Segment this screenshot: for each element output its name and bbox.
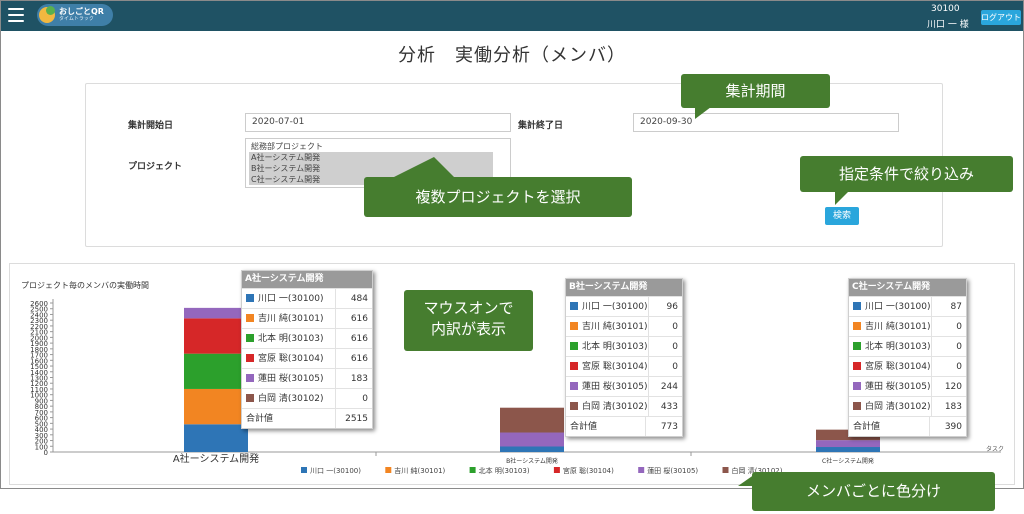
bar-segment — [184, 318, 248, 354]
bar-segment — [500, 432, 564, 447]
tooltip-row: 北本 明(30103) 0 — [849, 336, 966, 356]
tooltip-row: 川口 一(30100) 87 — [849, 296, 966, 316]
bar-segment — [184, 424, 248, 452]
tooltip-row: 北本 明(30103) 616 — [242, 328, 372, 348]
callout-multi-select: 複数プロジェクトを選択 — [364, 157, 632, 217]
tooltip-row: 蓮田 桜(30105) 120 — [849, 376, 966, 396]
legend-label: 吉川 純(30101) — [394, 466, 445, 475]
tooltip-title: A社ーシステム開発 — [242, 271, 372, 288]
tooltip-total-row: 合計値 773 — [566, 416, 682, 436]
x-tick-label: C社ーシステム開発 — [822, 457, 874, 465]
bar-segment — [816, 440, 880, 448]
tooltip-row: 宮原 聡(30104) 0 — [566, 356, 682, 376]
tooltip-row: 吉川 純(30101) 0 — [849, 316, 966, 336]
tooltip-row: 川口 一(30100) 484 — [242, 288, 372, 308]
tooltip-total-row: 合計値 390 — [849, 416, 966, 436]
tooltip-row: 吉川 純(30101) 616 — [242, 308, 372, 328]
legend-swatch — [553, 467, 560, 473]
tooltip-row: 北本 明(30103) 0 — [566, 336, 682, 356]
x-axis-label: タスク — [986, 445, 1004, 453]
tooltip: B社ーシステム開発 川口 一(30100) 96 吉川 純(30101) 0 北本 明(3… — [565, 278, 683, 437]
tooltip: A社ーシステム開発 川口 一(30100) 484 吉川 純(30101) 616 北本 … — [241, 270, 373, 429]
legend-swatch — [638, 467, 645, 473]
tooltip-row: 宮原 聡(30104) 616 — [242, 348, 372, 368]
tooltip-title: B社ーシステム開発 — [566, 279, 682, 296]
x-tick-label: B社ーシステム開発 — [506, 457, 558, 465]
legend-label: 川口 一(30100) — [310, 467, 361, 475]
tooltip-row: 白岡 清(30102) 183 — [849, 396, 966, 416]
callout-period: 集計期間 — [681, 74, 830, 119]
tooltip-row: 宮原 聡(30104) 0 — [849, 356, 966, 376]
x-tick-label: A社ーシステム開発 — [173, 452, 259, 465]
legend-swatch — [469, 467, 476, 473]
callout-color: メンバごとに色分け — [738, 472, 995, 511]
tooltip-row: 蓮田 桜(30105) 244 — [566, 376, 682, 396]
legend-swatch — [301, 467, 307, 473]
bar-segment — [816, 447, 880, 452]
legend-label: 北本 明(30103) — [479, 466, 530, 475]
legend-swatch — [385, 467, 392, 473]
tooltip-row: 吉川 純(30101) 0 — [566, 316, 682, 336]
bar-segment — [500, 446, 564, 452]
y-tick-label: 2600 — [30, 300, 48, 308]
callout-filter: 指定条件で絞り込み — [800, 156, 1013, 205]
tooltip-row: 蓮田 桜(30105) 183 — [242, 368, 372, 388]
tooltip-title: C社ーシステム開発 — [849, 279, 966, 296]
legend-swatch — [722, 467, 729, 473]
tooltip-total-row: 合計値 2515 — [242, 408, 372, 428]
tooltip-row: 白岡 清(30102) 0 — [242, 388, 372, 408]
tooltip-row: 白岡 清(30102) 433 — [566, 396, 682, 416]
callout-hover: マウスオンで 内訳が表示 — [404, 290, 533, 351]
bar-segment — [500, 407, 564, 433]
bar-segment — [184, 307, 248, 319]
legend-label: 宮原 聡(30104) — [563, 466, 614, 475]
tooltip: C社ーシステム開発 川口 一(30100) 87 吉川 純(30101) 0 北本 明(3… — [848, 278, 967, 437]
chart-title: プロジェクト毎のメンバの実働時間 — [21, 280, 149, 290]
bar-segment — [184, 388, 248, 425]
bar-segment — [184, 353, 248, 389]
tooltip-row: 川口 一(30100) 96 — [566, 296, 682, 316]
legend-label: 蓮田 桜(30105) — [647, 466, 698, 475]
